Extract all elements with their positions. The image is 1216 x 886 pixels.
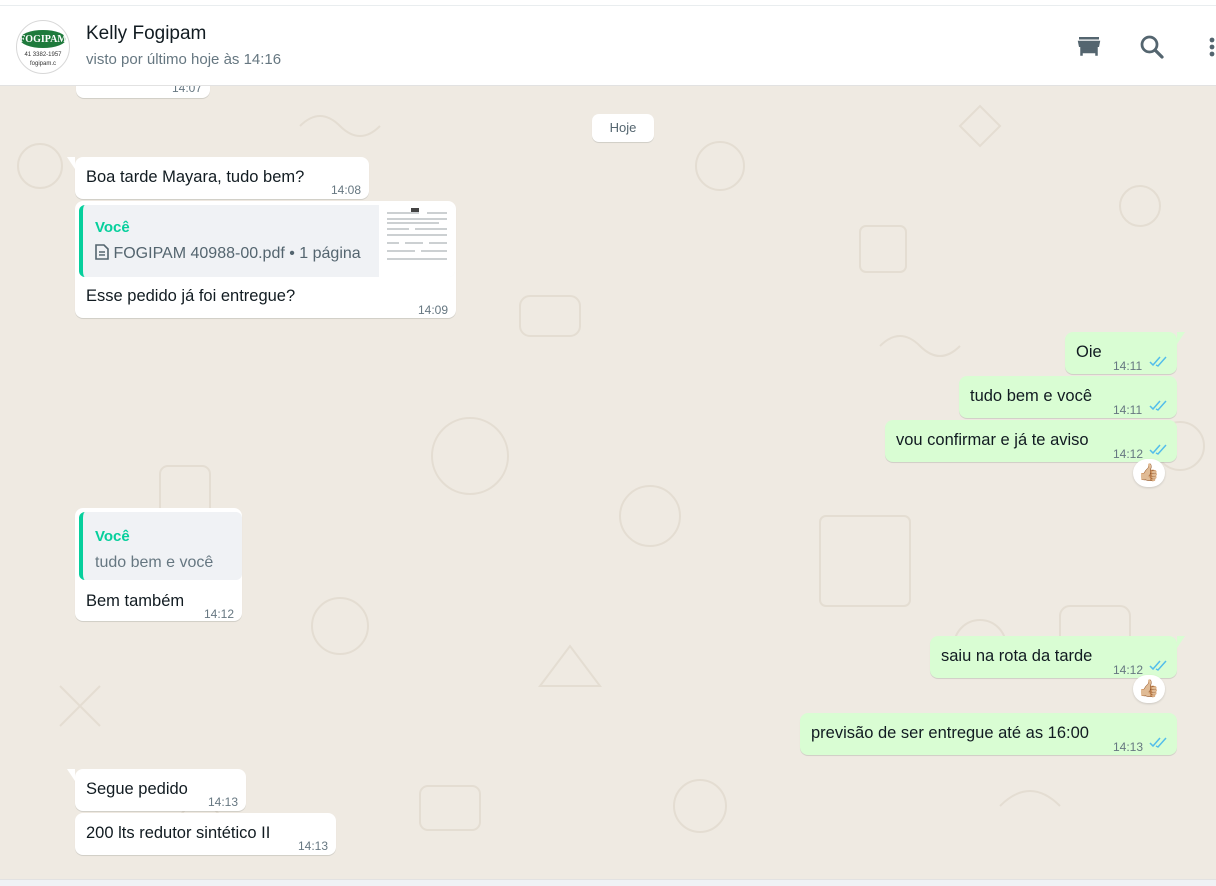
quoted-file-row: FOGIPAM 40988-00.pdf • 1 página — [95, 243, 361, 265]
menu-kebab-icon[interactable] — [1200, 32, 1216, 62]
search-icon[interactable] — [1137, 32, 1167, 62]
contact-name[interactable]: Kelly Fogipam — [86, 23, 206, 45]
message-time: 14:09 — [417, 303, 448, 317]
message-time: 14:13 — [1113, 740, 1144, 754]
document-thumbnail — [379, 205, 455, 277]
message-time: 14:08 — [330, 183, 361, 197]
message-bubble-incoming-reply[interactable]: Você tudo bem e você Bem também 14:12 — [75, 508, 242, 621]
message-text: saiu na rota da tarde — [941, 647, 1093, 665]
document-file-icon — [95, 244, 109, 260]
message-time: 14:12 — [203, 607, 234, 621]
message-text: vou confirmar e já te aviso — [896, 431, 1089, 449]
message-bubble-incoming[interactable]: 200 lts redutor sintético II 14:13 — [75, 813, 336, 855]
quoted-message[interactable]: Você tudo bem e você — [79, 512, 242, 580]
message-reaction[interactable]: 👍🏼 — [1133, 675, 1165, 703]
message-time: 14:07 — [171, 86, 202, 95]
message-reaction[interactable]: 👍🏼 — [1133, 459, 1165, 487]
message-bubble-partial[interactable]: 14:07 — [76, 86, 210, 98]
avatar-phone-text: 41 3382-1957 — [24, 52, 62, 58]
message-bubble-incoming[interactable]: Segue pedido 14:13 — [67, 769, 246, 811]
quote-text: tudo bem e você — [95, 554, 214, 571]
message-bubble-outgoing[interactable]: saiu na rota da tarde 14:12 — [930, 636, 1185, 678]
message-text: Oie — [1076, 343, 1102, 361]
read-ticks-icon — [1149, 444, 1167, 455]
contact-last-seen: visto por último hoje às 14:16 — [86, 51, 282, 68]
message-text: Bem também — [86, 592, 185, 610]
message-text: previsão de ser entregue até as 16:00 — [811, 724, 1089, 742]
chat-panel[interactable]: 14:07 Hoje Boa tarde Mayara, tudo bem? 1… — [0, 86, 1216, 879]
read-ticks-icon — [1149, 660, 1167, 671]
quote-author: Você — [95, 219, 130, 236]
message-text: Boa tarde Mayara, tudo bem? — [86, 168, 305, 186]
message-text: Segue pedido — [86, 780, 188, 798]
quoted-document[interactable]: Você FOGIPAM 40988-00.pdf • 1 página — [79, 205, 455, 277]
chat-header: FOGIPAM 41 3382-1957 fogipam.c Kelly Fog… — [0, 6, 1216, 86]
quote-author: Você — [95, 528, 130, 545]
message-text: Esse pedido já foi entregue? — [86, 287, 296, 305]
message-bubble-incoming[interactable]: Boa tarde Mayara, tudo bem? 14:08 — [67, 157, 369, 199]
avatar-site-text: fogipam.c — [30, 61, 56, 67]
read-ticks-icon — [1149, 400, 1167, 411]
message-bubble-outgoing[interactable]: tudo bem e você 14:11 — [959, 376, 1177, 418]
date-divider: Hoje — [592, 114, 654, 142]
catalog-store-icon[interactable] — [1074, 32, 1104, 62]
avatar-brand-text: FOGIPAM — [19, 34, 67, 45]
message-text: tudo bem e você — [970, 387, 1092, 405]
message-time: 14:11 — [1113, 403, 1143, 417]
message-bubble-outgoing[interactable]: Oie 14:11 — [1065, 332, 1185, 374]
read-ticks-icon — [1149, 737, 1167, 748]
quoted-file-name: FOGIPAM 40988-00.pdf • 1 página — [113, 245, 361, 262]
message-bubble-outgoing[interactable]: previsão de ser entregue até as 16:00 14… — [800, 713, 1177, 755]
message-text: 200 lts redutor sintético II — [86, 824, 271, 842]
message-time: 14:13 — [297, 839, 328, 853]
read-ticks-icon — [1149, 356, 1167, 367]
message-time: 14:13 — [207, 795, 238, 809]
contact-avatar[interactable]: FOGIPAM 41 3382-1957 fogipam.c — [16, 20, 70, 74]
message-bubble-incoming-reply[interactable]: Você FOGIPAM 40988-00.pdf • 1 página Ess… — [75, 201, 456, 318]
message-time: 14:11 — [1113, 359, 1143, 373]
message-bubble-outgoing[interactable]: vou confirmar e já te aviso 14:12 — [885, 420, 1177, 462]
